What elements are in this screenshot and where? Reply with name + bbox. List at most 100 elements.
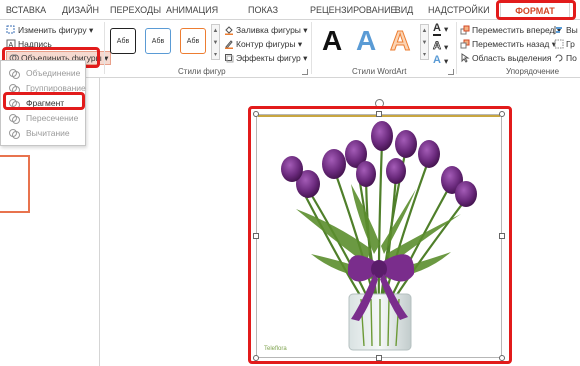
shape-fill-button[interactable]: Заливка фигуры ▾: [224, 24, 308, 37]
menu-item-union[interactable]: Объединение: [1, 66, 87, 81]
text-box-icon: A: [6, 39, 16, 49]
subtract-icon: [9, 129, 20, 139]
ribbon-separator: [311, 22, 312, 74]
group-button[interactable]: Гр: [554, 38, 575, 51]
bring-forward-icon: [460, 25, 470, 35]
menu-item-label: Фрагмент: [26, 98, 65, 108]
shape-styles-launcher-icon[interactable]: [302, 69, 308, 75]
menu-item-label: Пересечение: [26, 113, 79, 123]
combine-icon: [9, 84, 20, 94]
align-icon: [554, 26, 562, 34]
shape-effects-button[interactable]: Эффекты фигур ▾: [224, 52, 307, 65]
shape-styles-scroll[interactable]: ▲ ▼ ▾: [211, 24, 220, 60]
rotate-handle-icon[interactable]: [375, 99, 384, 108]
merge-shapes-menu: Объединение Группирование Фрагмент Перес…: [0, 60, 86, 146]
more-icon[interactable]: ▾: [421, 49, 428, 61]
ribbon-separator: [456, 22, 457, 74]
rotate-button[interactable]: По: [554, 52, 577, 65]
menu-item-fragment[interactable]: Фрагмент: [1, 96, 87, 111]
wordart-style-orange[interactable]: A: [389, 23, 410, 59]
wordart-launcher-icon[interactable]: [448, 69, 454, 75]
tab-transitions[interactable]: ПЕРЕХОДЫ: [110, 0, 161, 20]
shape-style-3[interactable]: Абв: [180, 28, 206, 54]
selection-border: [256, 114, 502, 358]
menu-item-combine[interactable]: Группирование: [1, 81, 87, 96]
more-icon[interactable]: ▾: [212, 49, 219, 61]
menu-item-label: Вычитание: [26, 128, 70, 138]
scroll-down-icon[interactable]: ▼: [421, 37, 428, 49]
shape-outline-label: Контур фигуры: [236, 39, 296, 49]
text-fill-icon[interactable]: A: [433, 22, 441, 36]
tab-review[interactable]: РЕЦЕНЗИРОВАНИЕ: [310, 0, 397, 20]
send-backward-label: Переместить назад: [472, 39, 550, 49]
rotate-icon: [555, 54, 563, 62]
tab-addins[interactable]: НАДСТРОЙКИ: [428, 0, 490, 20]
shape-effects-label: Эффекты фигур: [236, 53, 301, 63]
wordart-group-label: Стили WordArt: [352, 67, 407, 76]
tab-slideshow[interactable]: ПОКАЗ СЛАЙДОВ: [226, 0, 300, 35]
menu-item-intersect[interactable]: Пересечение: [1, 111, 87, 126]
shape-fill-label: Заливка фигуры: [236, 25, 301, 35]
svg-text:A: A: [9, 42, 14, 49]
selection-pane-button[interactable]: Область выделения: [460, 52, 551, 65]
tab-insert[interactable]: ВСТАВКА: [4, 0, 48, 20]
text-box-label: Надпись: [18, 39, 52, 49]
shape-style-2[interactable]: Абв: [145, 28, 171, 54]
tab-animation[interactable]: АНИМАЦИЯ: [166, 0, 218, 20]
send-backward-button[interactable]: Переместить назад ▾: [460, 38, 556, 51]
text-effects-icon[interactable]: A: [433, 54, 441, 67]
resize-handle-nw[interactable]: [253, 111, 259, 117]
change-shape-button[interactable]: Изменить фигуру ▾: [6, 24, 93, 37]
menu-item-subtract[interactable]: Вычитание: [1, 126, 87, 141]
shape-style-1[interactable]: Абв: [110, 28, 136, 54]
bring-forward-label: Переместить вперед: [472, 25, 555, 35]
arrange-group-label: Упорядочение: [506, 67, 560, 76]
menu-item-label: Группирование: [26, 83, 86, 93]
wordart-scroll[interactable]: ▲ ▼ ▾: [420, 24, 429, 60]
text-effects-dropdown-icon[interactable]: ▾: [444, 55, 448, 68]
tab-design[interactable]: ДИЗАЙН: [62, 0, 99, 20]
union-icon: [9, 69, 20, 79]
scroll-down-icon[interactable]: ▼: [212, 37, 219, 49]
text-fill-dropdown-icon[interactable]: ▾: [444, 23, 448, 36]
resize-handle-sw[interactable]: [253, 355, 259, 361]
resize-handle-s[interactable]: [376, 355, 382, 361]
resize-handle-e[interactable]: [499, 233, 505, 239]
resize-handle-w[interactable]: [253, 233, 259, 239]
ribbon: Изменить фигуру ▾ A Надпись Объединить фи…: [0, 20, 580, 78]
resize-handle-n[interactable]: [376, 111, 382, 117]
shape-styles-group-label: Стили фигур: [178, 67, 226, 76]
rotate-label: По: [566, 53, 577, 63]
tab-format[interactable]: ФОРМАТ: [500, 0, 570, 20]
text-box-button[interactable]: A Надпись: [6, 38, 52, 51]
align-button[interactable]: Вы: [554, 24, 578, 37]
text-outline-dropdown-icon[interactable]: ▾: [444, 41, 448, 54]
resize-handle-ne[interactable]: [499, 111, 505, 117]
wordart-style-blue[interactable]: A: [356, 23, 376, 59]
ribbon-separator: [104, 22, 105, 74]
shape-outline-button[interactable]: Контур фигуры ▾: [224, 38, 302, 51]
align-label: Вы: [566, 25, 578, 35]
slide-thumbnail[interactable]: [0, 155, 30, 213]
fragment-icon: [9, 99, 20, 109]
scroll-up-icon[interactable]: ▲: [421, 25, 428, 37]
wordart-style-black[interactable]: A: [322, 23, 342, 59]
menu-item-label: Объединение: [26, 68, 81, 78]
edit-shape-icon: [6, 25, 15, 34]
intersect-icon: [9, 114, 20, 124]
ribbon-tab-bar: ВСТАВКА ДИЗАЙН ПЕРЕХОДЫ АНИМАЦИЯ ПОКАЗ С…: [0, 0, 580, 35]
text-outline-icon[interactable]: A: [433, 40, 442, 53]
pen-icon: [225, 40, 233, 49]
group-label: Гр: [566, 39, 575, 49]
scroll-up-icon[interactable]: ▲: [212, 25, 219, 37]
send-backward-icon: [460, 39, 470, 49]
paint-bucket-icon: [225, 26, 233, 35]
tab-view[interactable]: ВИД: [392, 0, 416, 20]
resize-handle-se[interactable]: [499, 355, 505, 361]
effects-icon: [225, 54, 234, 63]
group-icon: [554, 39, 564, 49]
bring-forward-button[interactable]: Переместить вперед ▾: [460, 24, 561, 37]
selection-pane-icon: [461, 53, 470, 63]
selection-pane-label: Область выделения: [472, 53, 552, 63]
change-shape-label: Изменить фигуру: [18, 25, 87, 35]
